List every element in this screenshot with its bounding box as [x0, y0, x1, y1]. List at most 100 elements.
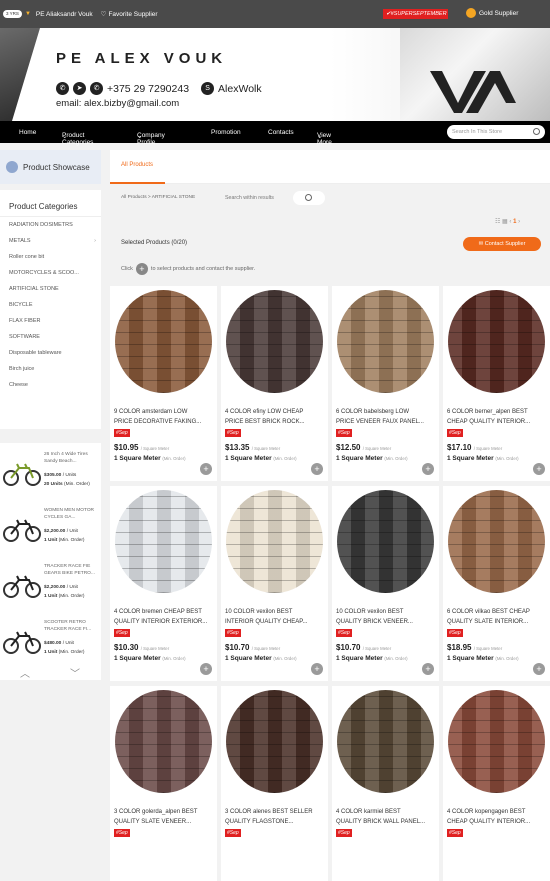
featured-item[interactable]: 26 Inch 4 Wide Tires Sandy Beach... $305…: [0, 451, 101, 495]
next-page-icon[interactable]: ›: [518, 219, 520, 225]
product-card[interactable]: 3 COLOR alenes BEST SELLER QUALITY FLAGS…: [221, 686, 328, 881]
prev-page-icon[interactable]: ‹: [509, 219, 511, 225]
product-showcase-header[interactable]: Product Showcase: [0, 150, 101, 184]
promo-tag: #Sep: [225, 429, 241, 437]
product-image[interactable]: [226, 290, 323, 393]
search-icon[interactable]: [305, 194, 312, 201]
product-card[interactable]: 10 COLOR vexilon BEST QUALITY BRICK VENE…: [332, 486, 439, 681]
category-item[interactable]: Disposable tableware: [0, 345, 101, 361]
product-title[interactable]: 3 COLOR golerda_alpen BEST QUALITY SLATE…: [114, 807, 216, 827]
moq-value: 1 Unit: [44, 650, 58, 655]
category-item[interactable]: MOTORCYCLES & SCOO...: [0, 265, 101, 281]
product-card[interactable]: 4 COLOR kopengagen BEST CHEAP QUALITY IN…: [443, 686, 550, 881]
product-card[interactable]: 10 COLOR vexilon BEST INTERIOR QUALITY C…: [221, 486, 328, 681]
search-within-input[interactable]: [293, 191, 325, 205]
category-item[interactable]: FLAX FIBER: [0, 313, 101, 329]
product-card[interactable]: 6 COLOR babelsberg LOW PRICE VENEER FAUX…: [332, 286, 439, 481]
product-title[interactable]: 10 COLOR vexilon BEST INTERIOR QUALITY C…: [225, 607, 327, 627]
scroll-down-icon[interactable]: ﹀: [70, 665, 80, 680]
pager[interactable]: ☷ ▦ ‹ 1 ›: [495, 218, 520, 225]
tab-all-products[interactable]: All Products: [110, 150, 165, 184]
product-price: $10.95 / Square Meter: [114, 443, 169, 452]
favorite-supplier-button[interactable]: ♡ Favorite Supplier: [101, 10, 158, 19]
product-image[interactable]: [337, 690, 434, 793]
product-card[interactable]: 4 COLOR bremen CHEAP BEST QUALITY INTERI…: [110, 486, 217, 681]
product-image[interactable]: [337, 490, 434, 593]
moq-note: (Min. Order): [162, 456, 186, 461]
product-title[interactable]: 3 COLOR alenes BEST SELLER QUALITY FLAGS…: [225, 807, 327, 827]
product-title[interactable]: 4 COLOR efiny LOW CHEAP PRICE BEST BRICK…: [225, 407, 327, 427]
category-item[interactable]: METALS ›: [0, 233, 101, 249]
product-image[interactable]: [115, 690, 212, 793]
scroll-up-icon[interactable]: ︿: [20, 665, 30, 680]
categories-panel: Product Categories RADIATION DOSIMETRS M…: [0, 190, 101, 429]
category-item[interactable]: ARTIFICIAL STONE: [0, 281, 101, 297]
category-item[interactable]: Roller cone bit: [0, 249, 101, 265]
featured-title: SCOOTER RETRO TRACKER RACE FI...: [44, 620, 92, 632]
product-title[interactable]: 4 COLOR kopengagen BEST CHEAP QUALITY IN…: [447, 807, 549, 827]
product-card[interactable]: 9 COLOR amsterdam LOW PRICE DECORATIVE F…: [110, 286, 217, 481]
product-title[interactable]: 10 COLOR vexilon BEST QUALITY BRICK VENE…: [336, 607, 438, 627]
featured-item[interactable]: SCOOTER RETRO TRACKER RACE FI... $480.00…: [0, 619, 101, 663]
product-image[interactable]: [448, 290, 545, 393]
store-name[interactable]: PE Aliaksandr Vouk: [36, 11, 93, 18]
add-product-button[interactable]: +: [533, 463, 545, 475]
product-image[interactable]: [115, 490, 212, 593]
nav-home[interactable]: Home: [19, 129, 36, 136]
category-item[interactable]: Birch juice: [0, 361, 101, 377]
search-icon[interactable]: [533, 128, 540, 135]
add-product-button[interactable]: +: [533, 663, 545, 675]
product-card[interactable]: 4 COLOR efiny LOW CHEAP PRICE BEST BRICK…: [221, 286, 328, 481]
product-card[interactable]: 3 COLOR golerda_alpen BEST QUALITY SLATE…: [110, 686, 217, 881]
moq-value: 1 Square Meter: [447, 655, 494, 662]
motorcycle-icon: [3, 519, 41, 542]
featured-item[interactable]: WOMEN MEN MOTOR CYCLES GA... $2,200.00 /…: [0, 507, 101, 551]
product-image[interactable]: [448, 690, 545, 793]
product-image[interactable]: [337, 290, 434, 393]
contact-label: Contact Supplier: [484, 241, 526, 247]
viber-icon: ✆: [56, 82, 69, 95]
add-product-button[interactable]: +: [422, 463, 434, 475]
product-card[interactable]: 6 COLOR berner_alpen BEST CHEAP QUALITY …: [443, 286, 550, 481]
product-title[interactable]: 4 COLOR karmiel BEST QUALITY BRICK WALL …: [336, 807, 438, 827]
category-item[interactable]: SOFTWARE: [0, 329, 101, 345]
add-product-button[interactable]: +: [200, 463, 212, 475]
promo-badge[interactable]: ✔ #SUPERSEPTEMBER: [383, 9, 448, 19]
product-title[interactable]: 4 COLOR bremen CHEAP BEST QUALITY INTERI…: [114, 607, 216, 627]
breadcrumb[interactable]: All Products > ARTIFICIAL STONE: [121, 195, 195, 200]
add-product-button[interactable]: +: [200, 663, 212, 675]
add-product-button[interactable]: +: [422, 663, 434, 675]
product-image[interactable]: [115, 290, 212, 393]
category-item[interactable]: BICYCLE: [0, 297, 101, 313]
price-value: $10.70: [336, 643, 361, 652]
category-item[interactable]: Cheese: [0, 377, 101, 393]
product-moq: 1 Square Meter (Min. Order): [447, 655, 519, 662]
product-moq: 1 Square Meter (Min. Order): [447, 455, 519, 462]
featured-products: 26 Inch 4 Wide Tires Sandy Beach... $305…: [0, 443, 101, 680]
add-product-button[interactable]: +: [311, 663, 323, 675]
contact-supplier-button[interactable]: ✉ Contact Supplier: [463, 237, 541, 251]
product-card[interactable]: 6 COLOR vilkao BEST CHEAP QUALITY SLATE …: [443, 486, 550, 681]
product-title[interactable]: 6 COLOR berner_alpen BEST CHEAP QUALITY …: [447, 407, 549, 427]
moq-note: (Min. Order): [273, 656, 297, 661]
featured-item[interactable]: TRACKER RACE FIE GEARS BIKE PETRO... $2,…: [0, 563, 101, 607]
product-title[interactable]: 6 COLOR vilkao BEST CHEAP QUALITY SLATE …: [447, 607, 549, 627]
product-image[interactable]: [448, 490, 545, 593]
view-toggle-icon[interactable]: ☷ ▦: [495, 219, 508, 225]
motorcycle-icon: [3, 463, 41, 486]
product-title[interactable]: 6 COLOR babelsberg LOW PRICE VENEER FAUX…: [336, 407, 438, 427]
chevron-down-icon: ⌄: [137, 133, 143, 140]
price-value: $13.35: [225, 443, 250, 452]
store-search-input[interactable]: Search In This Store: [447, 125, 545, 139]
hint-post: to select products and contact the suppl…: [150, 266, 256, 272]
plus-icon: +: [135, 263, 148, 275]
product-image[interactable]: [226, 690, 323, 793]
add-product-button[interactable]: +: [311, 463, 323, 475]
moq-note: (Min. Order): [495, 456, 519, 461]
product-card[interactable]: 4 COLOR karmiel BEST QUALITY BRICK WALL …: [332, 686, 439, 881]
product-image[interactable]: [226, 490, 323, 593]
product-title[interactable]: 9 COLOR amsterdam LOW PRICE DECORATIVE F…: [114, 407, 216, 427]
nav-promotion[interactable]: Promotion: [211, 129, 241, 136]
category-item[interactable]: RADIATION DOSIMETRS: [0, 217, 101, 233]
nav-contacts[interactable]: Contacts: [268, 129, 294, 136]
